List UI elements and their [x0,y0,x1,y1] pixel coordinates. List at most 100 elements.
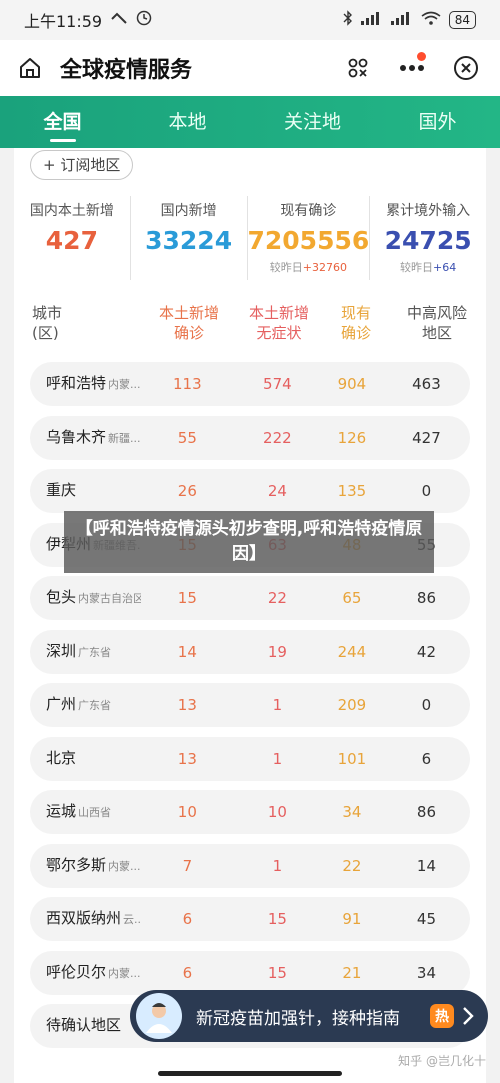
city-cell: 包头 内蒙古自治区 [30,587,141,609]
current-cell: 21 [342,963,362,982]
banner-text: 新冠疫苗加强针，接种指南 [196,1008,400,1029]
asymptomatic-cell: 574 [263,375,292,393]
city-name: 呼和浩特 [46,374,107,392]
chevron-right-icon [454,1002,482,1030]
subscribe-region-button[interactable]: + 订阅地区 [30,150,134,180]
tab-abroad[interactable]: 国外 [375,96,500,148]
wifi-icon [421,11,441,29]
current-cell: 101 [337,749,367,768]
asymptomatic-cell: 1 [272,856,283,875]
table-row[interactable]: 广州 广东省 13 1 209 0 [30,683,470,727]
city-region: 内蒙古自治区 [78,592,141,605]
table-row[interactable]: 鄂尔多斯 内蒙... 7 1 22 14 [30,843,470,888]
column-header-line2: (区) [32,324,59,342]
risk-area-cell: 14 [416,856,436,875]
city-name: 广州 [46,695,77,713]
city-cell: 鄂尔多斯 内蒙... [30,855,141,877]
mini-program-icon[interactable] [340,50,376,86]
tab-national[interactable]: 全国 [0,96,125,148]
stat-item: 现有确诊 7205556 较昨日+32760 [248,196,371,280]
table-row[interactable]: 北京 13 1 101 6 [30,736,470,781]
status-bar: 上午11:59 84 [0,0,500,40]
stat-item: 累计境外输入 24725 较昨日+64 [370,196,486,280]
wechat-status-icon [110,11,128,30]
clock-icon [136,10,152,30]
city-name: 呼伦贝尔 [46,962,107,981]
column-header-line2: 确诊 [340,324,371,342]
content-card: + 订阅地区 国内本土新增 427 国内新增 33224 现有确诊 7205556 较昨日+… [14,148,486,1083]
city-name: 乌鲁木齐 [46,427,107,446]
column-header-line1: 本土新增 [248,304,309,322]
home-icon[interactable] [16,54,44,82]
city-cell: 深圳 广东省 [30,641,141,663]
stat-delta: 较昨日+32760 [248,259,370,275]
page-title: 全球疫情服务 [60,58,193,83]
stat-label: 国内本土新增 [29,203,114,219]
close-button[interactable] [448,50,484,86]
current-cell: 904 [337,375,367,393]
risk-area-cell: 463 [412,375,441,393]
stat-label: 现有确诊 [280,203,337,219]
table-row[interactable]: 深圳 广东省 14 19 244 42 [30,629,470,674]
city-cell: 重庆 [30,480,141,502]
city-cell: 呼和浩特 内蒙... [30,373,141,395]
home-indicator[interactable] [158,1071,342,1076]
risk-area-cell: 0 [421,696,432,714]
current-cell: 91 [342,910,362,928]
city-cell: 广州 广东省 [30,694,141,716]
stat-item: 国内新增 33224 [131,196,248,280]
city-name: 包头 [46,588,77,606]
risk-area-cell: 427 [412,428,441,447]
table-row[interactable]: 运城 山西省 10 10 34 86 [30,790,470,834]
city-region: 内蒙... [108,966,141,980]
confirmed-cell: 26 [177,482,197,500]
confirmed-cell: 55 [177,428,197,447]
city-region: 广东省 [78,645,112,659]
stat-value: 427 [45,226,98,255]
current-cell: 244 [337,642,367,661]
table-row[interactable]: 呼和浩特 内蒙... 113 574 904 463 [30,362,470,406]
city-region: 内蒙... [108,378,141,391]
risk-area-cell: 45 [416,910,436,928]
city-name: 重庆 [46,481,77,499]
hot-badge: 热 [430,1004,454,1028]
status-time: 上午11:59 [24,12,103,31]
current-cell: 65 [342,589,362,607]
risk-area-cell: 6 [421,749,432,768]
stat-value: 7205556 [247,226,370,255]
city-region: 广东省 [78,699,112,712]
tab-followed[interactable]: 关注地 [250,96,375,148]
notification-dot [417,52,426,61]
vaccine-guide-banner[interactable]: 新冠疫苗加强针，接种指南 热 [130,990,488,1042]
table-row[interactable]: 乌鲁木齐 新疆... 55 222 126 427 [30,415,470,460]
city-region: 山西省 [78,806,112,819]
table-row[interactable]: 包头 内蒙古自治区 15 22 65 86 [30,576,470,620]
column-header-line1: 城市 [32,304,63,322]
city-cell: 乌鲁木齐 新疆... [30,427,141,449]
asymptomatic-cell: 1 [272,696,283,714]
tab-local[interactable]: 本地 [125,96,250,148]
stat-delta-value: +32760 [302,261,347,274]
table-row[interactable]: 重庆 26 24 135 0 [30,469,470,513]
confirmed-cell: 7 [182,856,193,875]
article-caption-overlay: 【呼和浩特疫情源头初步查明,呼和浩特疫情原因】 [64,511,434,573]
battery-indicator: 84 [448,11,476,29]
city-region: 新疆... [108,431,141,445]
column-header-line2: 无症状 [256,324,302,342]
column-header: 中高风险 地区 [388,303,486,343]
signal-icon-2 [390,11,413,29]
asymptomatic-cell: 24 [267,482,287,500]
risk-area-cell: 34 [416,963,436,982]
city-cell: 北京 [30,748,141,770]
city-name: 运城 [46,802,77,820]
table-row[interactable]: 西双版纳州云... 6 15 91 45 [30,897,470,941]
more-menu-button[interactable] [394,50,430,86]
confirmed-cell: 10 [177,803,197,821]
city-table: 呼和浩特 内蒙... 113 574 904 463 乌鲁木齐 新疆... 55 222 126 42… [30,362,470,1058]
table-row[interactable]: 呼伦贝尔 内蒙... 6 15 21 34 [30,950,470,995]
current-cell: 22 [342,856,362,875]
risk-area-cell: 86 [416,589,436,607]
city-name: 鄂尔多斯 [46,855,107,874]
stats-summary: 国内本土新增 427 国内新增 33224 现有确诊 7205556 较昨日+32760 累计… [14,196,486,280]
city-cell: 待确认地区 [30,1015,141,1037]
